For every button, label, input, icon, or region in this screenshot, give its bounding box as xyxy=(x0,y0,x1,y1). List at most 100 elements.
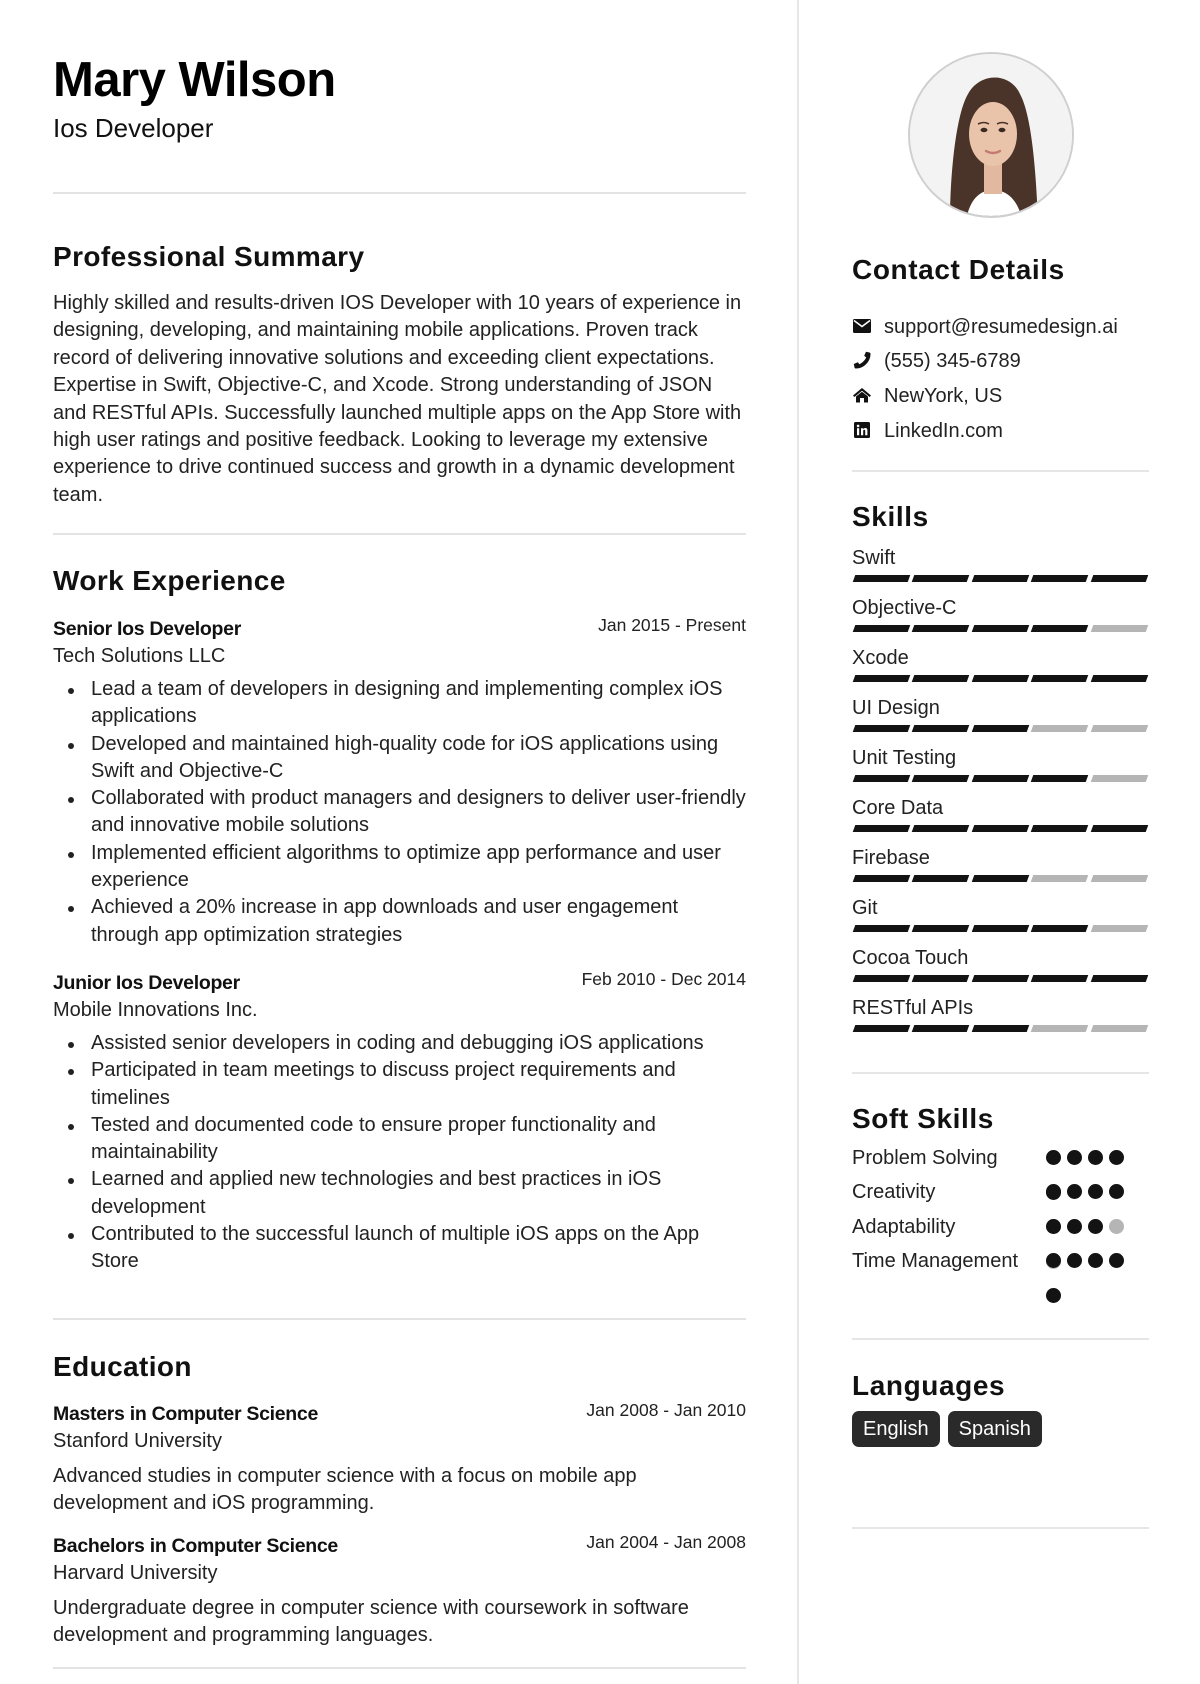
school-name: Harvard University xyxy=(53,1562,218,1584)
contact-email-text: support@resumedesign.ai xyxy=(884,316,1118,338)
rating-dot-filled xyxy=(1067,1184,1082,1199)
skill-segment-filled xyxy=(912,575,971,582)
language-badge: English xyxy=(852,1411,940,1447)
contact-location-text: NewYork, US xyxy=(884,385,1003,407)
education-description: Undergraduate degree in computer science… xyxy=(53,1597,689,1647)
skill-name: Xcode xyxy=(852,647,909,669)
rating-dot-filled xyxy=(1046,1288,1061,1303)
soft-skill-name: Time Management xyxy=(852,1250,1018,1272)
summary-heading: Professional Summary xyxy=(53,241,365,272)
skill-level-bar xyxy=(852,575,1149,582)
skill-segment-filled xyxy=(1030,575,1089,582)
skill-segment-filled xyxy=(852,825,911,832)
skill-name: Swift xyxy=(852,547,896,569)
job-company: Mobile Innovations Inc. xyxy=(53,999,258,1021)
skill-segment-empty xyxy=(1030,725,1089,732)
rating-dot-filled xyxy=(1109,1150,1124,1165)
rating-dot-empty xyxy=(1109,1219,1124,1234)
divider xyxy=(53,192,746,194)
skill-segment-empty xyxy=(1090,925,1149,932)
rating-dot-filled xyxy=(1046,1219,1061,1234)
skills-heading: Skills xyxy=(852,501,929,532)
skill-segment-filled xyxy=(971,675,1030,682)
skill-name: Git xyxy=(852,897,878,919)
rating-dot-filled xyxy=(1046,1184,1061,1199)
skill-segment-filled xyxy=(912,675,971,682)
skill-name: Unit Testing xyxy=(852,747,957,769)
contact-heading: Contact Details xyxy=(852,254,1065,285)
education-dates: Jan 2004 - Jan 2008 xyxy=(586,1532,746,1552)
skill-segment-empty xyxy=(1090,875,1149,882)
skill-segment-filled xyxy=(971,575,1030,582)
soft-skill-name: Adaptability xyxy=(852,1216,956,1238)
degree-title: Masters in Computer Science xyxy=(53,1403,318,1425)
job-bullet: Learned and applied new technologies and… xyxy=(53,1166,746,1221)
job-entry: Senior Ios Developer Jan 2015 - Present … xyxy=(53,615,746,949)
skill-item: Objective-C xyxy=(852,595,1149,645)
skill-level-bar xyxy=(852,675,1149,682)
phone-icon xyxy=(852,350,872,370)
skill-item: Cocoa Touch xyxy=(852,945,1149,995)
experience-heading: Work Experience xyxy=(53,565,286,596)
skill-segment-filled xyxy=(971,925,1030,932)
skill-segment-filled xyxy=(912,725,971,732)
skill-segment-filled xyxy=(1090,575,1149,582)
education-dates: Jan 2008 - Jan 2010 xyxy=(586,1400,746,1420)
skill-level-bar xyxy=(852,1025,1149,1032)
skill-item: Swift xyxy=(852,545,1149,595)
contact-phone-text: (555) 345-6789 xyxy=(884,350,1021,372)
skill-name: Objective-C xyxy=(852,597,957,619)
job-dates: Jan 2015 - Present xyxy=(598,615,746,635)
skill-segment-filled xyxy=(852,875,911,882)
skill-segment-filled xyxy=(971,775,1030,782)
skill-level-bar xyxy=(852,775,1149,782)
degree-title: Bachelors in Computer Science xyxy=(53,1535,338,1557)
skill-name: UI Design xyxy=(852,697,940,719)
job-company: Tech Solutions LLC xyxy=(53,645,226,667)
skill-item: Unit Testing xyxy=(852,745,1149,795)
skill-segment-filled xyxy=(971,625,1030,632)
skill-item: Git xyxy=(852,895,1149,945)
linkedin-icon xyxy=(852,420,872,440)
skill-segment-filled xyxy=(912,925,971,932)
education-description: Advanced studies in computer science wit… xyxy=(53,1465,637,1515)
job-bullet: Tested and documented code to ensure pro… xyxy=(53,1112,746,1167)
rating-dot-filled xyxy=(1046,1150,1061,1165)
rating-dot-filled xyxy=(1067,1219,1082,1234)
rating-dot-filled xyxy=(1067,1253,1082,1268)
divider xyxy=(852,1338,1149,1340)
language-badge: Spanish xyxy=(947,1411,1042,1447)
job-bullet: Developed and maintained high-quality co… xyxy=(53,731,746,786)
skill-segment-filled xyxy=(971,725,1030,732)
skill-segment-filled xyxy=(852,925,911,932)
skill-level-bar xyxy=(852,975,1149,982)
contact-linkedin[interactable]: LinkedIn.com xyxy=(852,418,1149,444)
skill-item: Core Data xyxy=(852,795,1149,845)
skill-segment-filled xyxy=(912,825,971,832)
envelope-icon xyxy=(852,316,872,336)
skill-segment-filled xyxy=(971,825,1030,832)
divider xyxy=(53,1667,746,1669)
contact-email[interactable]: support@resumedesign.ai xyxy=(852,314,1149,340)
languages-heading: Languages xyxy=(852,1370,1006,1401)
rating-dot-filled xyxy=(1067,1150,1082,1165)
education-entry: Masters in Computer Science Jan 2008 - J… xyxy=(53,1400,746,1518)
skill-segment-filled xyxy=(971,1025,1030,1032)
education-entry: Bachelors in Computer Science Jan 2004 -… xyxy=(53,1532,746,1650)
profile-photo xyxy=(908,52,1074,218)
contact-phone[interactable]: (555) 345-6789 xyxy=(852,348,1149,374)
job-bullet: Assisted senior developers in coding and… xyxy=(53,1030,746,1057)
skill-segment-filled xyxy=(971,875,1030,882)
job-bullet: Implemented efficient algorithms to opti… xyxy=(53,840,746,895)
skill-segment-empty xyxy=(1090,1025,1149,1032)
resume-page: Mary Wilson Ios Developer Professional S… xyxy=(0,0,1200,1684)
soft-skills-heading: Soft Skills xyxy=(852,1103,994,1134)
skill-segment-empty xyxy=(1030,1025,1089,1032)
skill-item: Firebase xyxy=(852,845,1149,895)
skill-segment-filled xyxy=(1090,675,1149,682)
divider xyxy=(53,1318,746,1320)
contact-linkedin-text: LinkedIn.com xyxy=(884,420,1003,442)
job-entry: Junior Ios Developer Feb 2010 - Dec 2014… xyxy=(53,969,746,1276)
soft-skill-name: Problem Solving xyxy=(852,1147,998,1169)
skill-segment-filled xyxy=(852,975,911,982)
